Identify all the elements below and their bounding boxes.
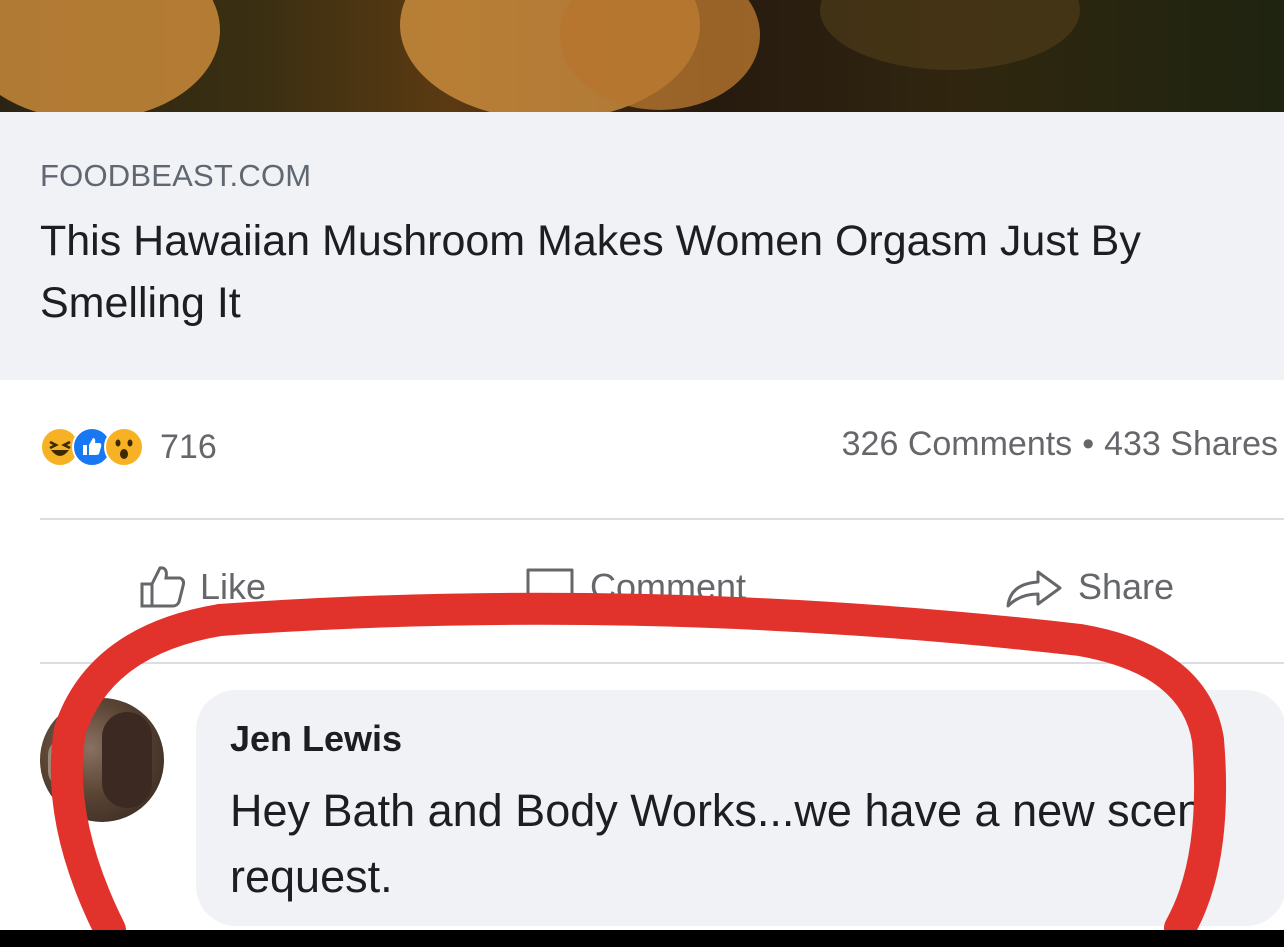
link-headline[interactable]: This Hawaiian Mushroom Makes Women Orgas… [40, 210, 1190, 334]
share-label: Share [1078, 566, 1175, 607]
comment-icon [526, 568, 574, 610]
reaction-count: 716 [160, 427, 217, 466]
comments-count[interactable]: 326 Comments [842, 425, 1073, 463]
divider-top [40, 518, 1284, 520]
comment-button[interactable]: Comment [522, 562, 746, 612]
wow-icon [104, 427, 144, 467]
link-source: FOODBEAST.COM [40, 158, 312, 193]
screenshot-frame: FOODBEAST.COM This Hawaiian Mushroom Mak… [0, 0, 1284, 930]
engagement-stats: 326 Comments • 433 Shares [842, 425, 1278, 464]
commenter-avatar[interactable] [40, 698, 164, 822]
comment-text: Hey Bath and Body Works...we have a new … [230, 785, 1215, 902]
like-label: Like [200, 566, 267, 607]
stats-separator: • [1082, 425, 1095, 463]
reactions-summary[interactable]: 716 [40, 425, 217, 469]
comment-author[interactable]: Jen Lewis [230, 718, 402, 760]
divider-bottom [40, 662, 1284, 664]
share-button[interactable]: Share [1002, 562, 1174, 612]
comment-label: Comment [590, 566, 747, 607]
link-preview-image[interactable] [0, 0, 1284, 112]
thumbs-up-icon [140, 566, 186, 608]
shares-count[interactable]: 433 Shares [1104, 425, 1278, 463]
share-arrow-icon [1006, 570, 1062, 608]
like-button[interactable]: Like [138, 562, 266, 612]
